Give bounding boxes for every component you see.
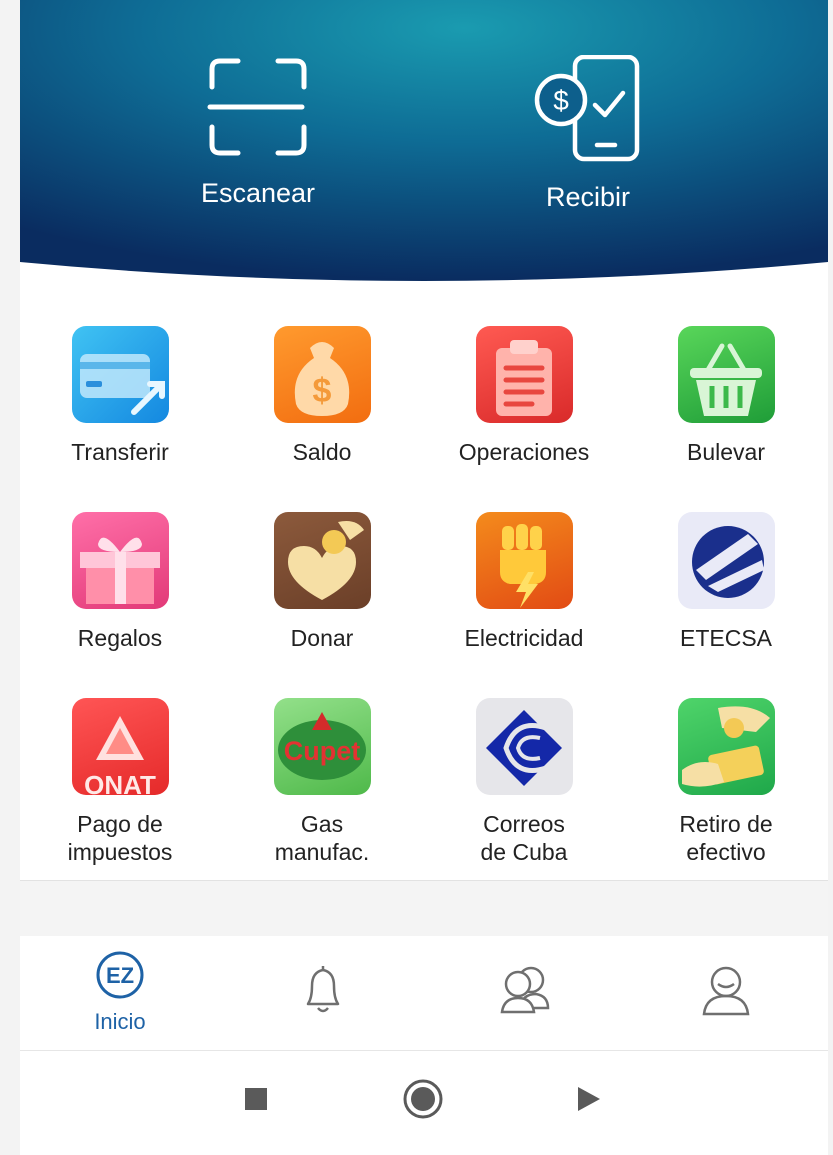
svg-text:$: $ bbox=[553, 85, 569, 116]
cash-withdraw-icon bbox=[677, 698, 775, 795]
home-logo-text: EZ bbox=[106, 963, 134, 988]
service-bulevar[interactable]: Bulevar bbox=[636, 326, 816, 466]
scan-icon bbox=[207, 58, 307, 156]
back-icon[interactable] bbox=[578, 1087, 600, 1111]
scan-button[interactable]: Escanear bbox=[168, 55, 348, 209]
service-label: Retiro de efectivo bbox=[679, 811, 773, 865]
service-regalos[interactable]: Regalos bbox=[30, 512, 210, 652]
tab-inicio[interactable]: EZ Inicio bbox=[60, 950, 180, 1035]
onat-logo: ONAT bbox=[71, 698, 169, 795]
service-etecsa[interactable]: ETECSA bbox=[636, 512, 816, 652]
hero-banner: Escanear $ Recibir bbox=[20, 0, 828, 292]
cupet-logo-text: Cupet bbox=[283, 736, 360, 766]
service-label: Operaciones bbox=[458, 439, 590, 465]
donate-heart-icon bbox=[273, 512, 371, 609]
tab-contacts[interactable] bbox=[464, 960, 584, 1023]
clipboard-icon bbox=[475, 326, 573, 423]
onat-logo-text: ONAT bbox=[84, 770, 156, 795]
tab-notifications[interactable] bbox=[263, 960, 383, 1023]
cupet-logo: Cupet bbox=[273, 698, 371, 795]
receive-money-icon: $ bbox=[534, 54, 640, 162]
service-label: Saldo bbox=[292, 439, 352, 465]
gift-icon bbox=[71, 512, 169, 609]
screen: Escanear $ Recibir Transferir $ Saldo Op… bbox=[20, 0, 828, 1155]
service-label: Transferir bbox=[71, 439, 169, 465]
etecsa-logo bbox=[677, 512, 775, 609]
contacts-icon bbox=[500, 966, 550, 1014]
system-navigation-bar bbox=[20, 1051, 828, 1155]
service-gas[interactable]: Cupet Gas manufac. bbox=[232, 698, 412, 866]
enzona-home-icon: EZ bbox=[96, 951, 144, 999]
electric-fist-icon bbox=[475, 512, 573, 609]
scan-label: Escanear bbox=[200, 178, 316, 208]
service-label: Regalos bbox=[77, 625, 163, 651]
correos-logo bbox=[475, 698, 573, 795]
service-label: Donar bbox=[290, 625, 354, 651]
service-operaciones[interactable]: Operaciones bbox=[434, 326, 614, 466]
transfer-card-icon bbox=[71, 326, 169, 423]
service-label: Gas manufac. bbox=[274, 811, 370, 865]
home-icon[interactable] bbox=[403, 1079, 443, 1119]
service-donar[interactable]: Donar bbox=[232, 512, 412, 652]
service-pago-impuestos[interactable]: ONAT Pago de impuestos bbox=[30, 698, 210, 866]
service-transferir[interactable]: Transferir bbox=[30, 326, 210, 466]
service-label: Electricidad bbox=[464, 625, 584, 651]
receive-button[interactable]: $ Recibir bbox=[498, 54, 678, 213]
service-retiro-efectivo[interactable]: Retiro de efectivo bbox=[636, 698, 816, 866]
bell-icon bbox=[306, 966, 340, 1013]
service-label: ETECSA bbox=[679, 625, 773, 651]
money-bag-icon: $ bbox=[273, 326, 371, 423]
hero-background bbox=[20, 0, 828, 281]
recents-icon[interactable] bbox=[245, 1088, 267, 1110]
service-label: Pago de impuestos bbox=[67, 811, 173, 865]
content-spacer bbox=[20, 880, 828, 937]
tab-profile[interactable] bbox=[666, 960, 786, 1023]
service-correos[interactable]: Correos de Cuba bbox=[434, 698, 614, 866]
profile-icon bbox=[702, 966, 750, 1016]
tab-inicio-label: Inicio bbox=[94, 1009, 146, 1034]
service-label: Bulevar bbox=[687, 439, 765, 465]
service-saldo[interactable]: $ Saldo bbox=[232, 326, 412, 466]
bottom-tab-bar: EZ Inicio bbox=[20, 936, 828, 1051]
service-label: Correos de Cuba bbox=[480, 811, 568, 865]
svg-text:$: $ bbox=[312, 372, 331, 410]
shopping-basket-icon bbox=[677, 326, 775, 423]
receive-label: Recibir bbox=[545, 182, 631, 212]
service-electricidad[interactable]: Electricidad bbox=[434, 512, 614, 652]
